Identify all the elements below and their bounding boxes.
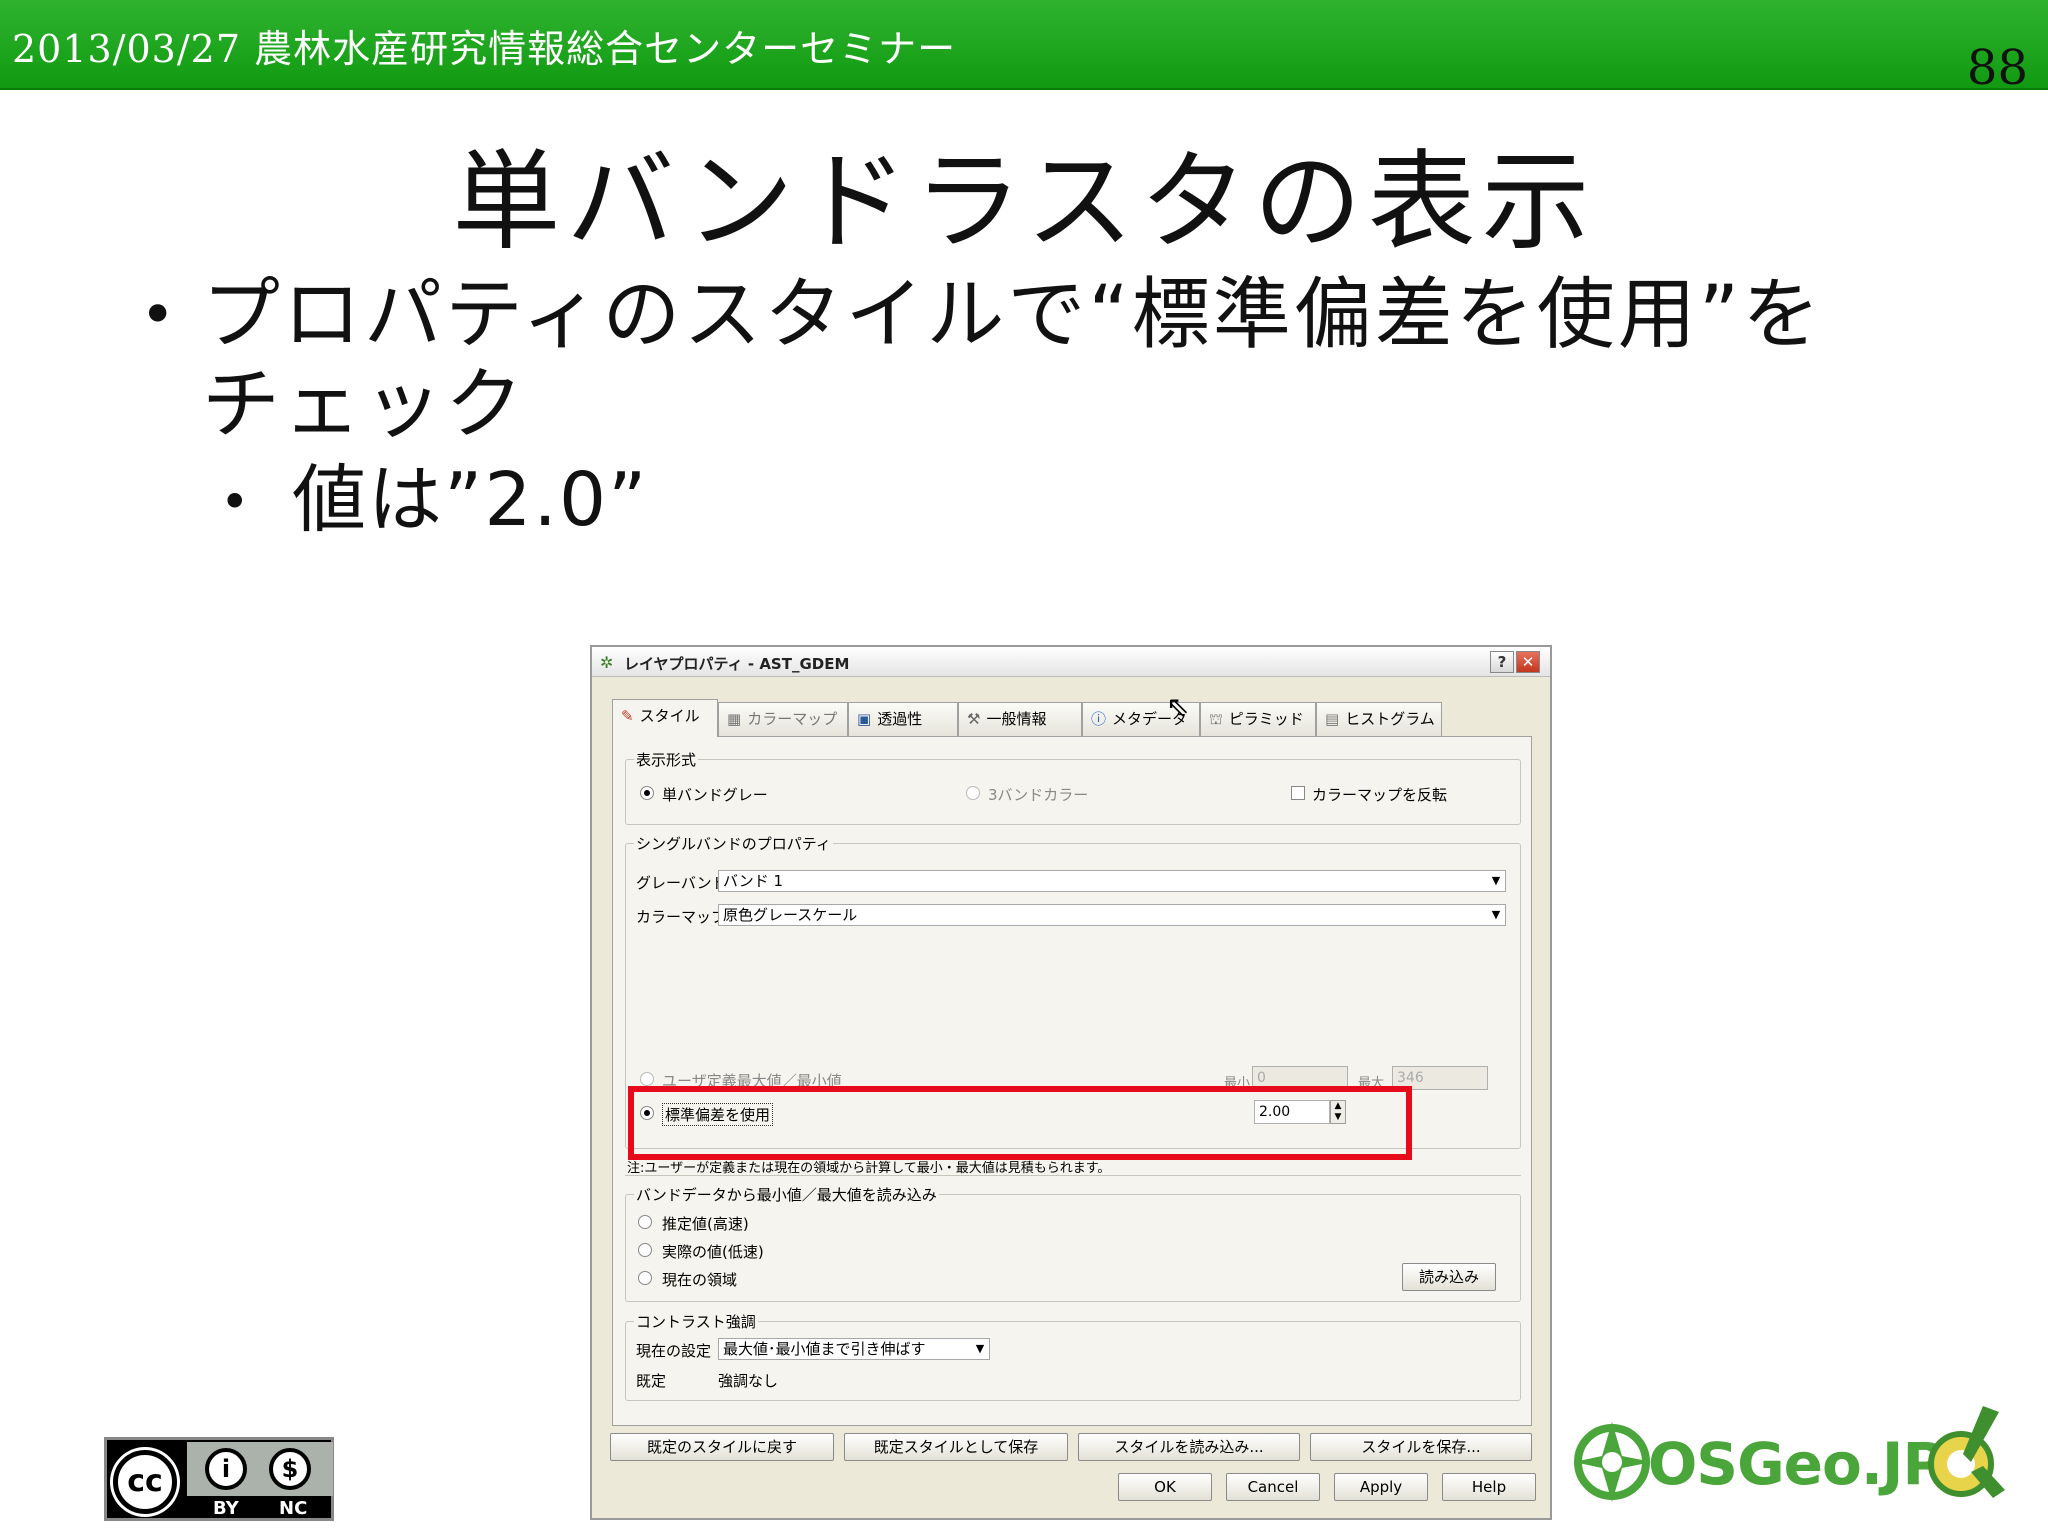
- contrast-enhancement-group: コントラスト強調 現在の設定 最大値･最小値まで引き伸ばす ▼ 既定 強調なし: [625, 1311, 1521, 1401]
- actual-label: 実際の値(低速): [662, 1243, 764, 1261]
- three-band-color-label: 3バンドカラー: [988, 786, 1089, 804]
- bullet-dot: •: [220, 473, 252, 531]
- save-style-button[interactable]: スタイルを保存...: [1310, 1433, 1532, 1461]
- mouse-cursor-icon: ⇖: [1166, 690, 1190, 723]
- slide-header-bar: 2013/03/27 農林水産研究情報総合センターセミナー: [0, 0, 2048, 90]
- slide-title: 単バンドラスタの表示: [452, 140, 1596, 265]
- current-extent-radio[interactable]: [638, 1271, 652, 1285]
- osgeo-globe-icon: [1574, 1422, 1652, 1502]
- bullet-item-2: • 値は”2.0”: [220, 455, 648, 545]
- note-text: 注:ユーザーが定義または現在の領域から計算して最小・最大値は見積もられます。: [627, 1161, 1111, 1176]
- gray-band-label: グレーバンド: [636, 874, 727, 892]
- cancel-button[interactable]: Cancel: [1226, 1473, 1320, 1501]
- tab-bar: ✎ スタイル ▦ カラーマップ ▣ 透過性 ⚒ 一般情報 ⓘ メタデータ ⛫ ピラミッド ▤…: [612, 699, 1532, 737]
- load-minmax-label: バンドデータから最小値／最大値を読み込み: [634, 1184, 939, 1205]
- save-as-default-button[interactable]: 既定スタイルとして保存: [844, 1433, 1068, 1461]
- max-value-field[interactable]: 346: [1392, 1066, 1488, 1090]
- cc-label-nc: NC: [279, 1498, 308, 1519]
- dialog-titlebar[interactable]: ✲ レイヤプロパティ - AST_GDEM ? ✕: [592, 647, 1550, 677]
- load-minmax-group: バンドデータから最小値／最大値を読み込み 推定値(高速) 実際の値(低速) 現在…: [625, 1184, 1521, 1302]
- info-icon: ⓘ: [1091, 710, 1107, 728]
- bullet-dot: •: [140, 280, 179, 350]
- min-value-field[interactable]: 0: [1252, 1066, 1348, 1090]
- invert-colormap-checkbox[interactable]: [1291, 786, 1305, 800]
- stddev-value-input[interactable]: 2.00: [1254, 1100, 1330, 1124]
- histogram-icon: ▤: [1325, 710, 1340, 728]
- tab-histogram[interactable]: ▤ ヒストグラム: [1316, 702, 1442, 736]
- chevron-down-icon: ▼: [975, 1342, 985, 1355]
- cc-labels: BY NC: [187, 1496, 333, 1520]
- bullet-text-1: プロパティのスタイルで“標準偏差を使用”をチェック: [202, 270, 1824, 450]
- current-extent-label: 現在の領域: [662, 1271, 738, 1289]
- cc-logo-icon: cc: [113, 1450, 177, 1514]
- stddev-radio[interactable]: [640, 1106, 654, 1120]
- default-label: 既定: [636, 1372, 667, 1390]
- chevron-down-icon: ▼: [1491, 908, 1501, 921]
- min-label: 最小: [1224, 1076, 1251, 1091]
- user-minmax-radio[interactable]: [640, 1072, 654, 1086]
- tab-transparency[interactable]: ▣ 透過性: [848, 702, 958, 736]
- attribution-icon: i: [205, 1448, 247, 1490]
- cc-icon-strip: i $: [187, 1442, 333, 1496]
- chevron-down-icon: ▼: [1491, 874, 1501, 887]
- transparency-icon: ▣: [857, 710, 872, 728]
- estimate-radio[interactable]: [638, 1215, 652, 1229]
- default-value: 強調なし: [718, 1372, 779, 1390]
- osgeo-logo-text: OSGeo.JP: [1648, 1430, 1945, 1498]
- layer-properties-dialog: ✲ レイヤプロパティ - AST_GDEM ? ✕ ✎ スタイル ▦ カラーマップ …: [590, 645, 1552, 1520]
- brush-icon: ✎: [621, 707, 634, 725]
- slide-header-text: 2013/03/27 農林水産研究情報総合センターセミナー: [12, 27, 957, 71]
- cc-label-by: BY: [213, 1498, 239, 1519]
- restore-default-style-button[interactable]: 既定のスタイルに戻す: [610, 1433, 834, 1461]
- qgis-app-icon: ✲: [600, 653, 614, 672]
- help-title-button[interactable]: ?: [1490, 651, 1514, 673]
- ok-button[interactable]: OK: [1118, 1473, 1212, 1501]
- load-button[interactable]: 読み込み: [1402, 1263, 1496, 1291]
- pyramid-icon: ⛫: [1209, 710, 1223, 728]
- current-setting-label: 現在の設定: [636, 1342, 712, 1360]
- invert-colormap-label: カラーマップを反転: [1312, 786, 1448, 804]
- colormap-label: カラーマップ: [636, 908, 727, 926]
- cc-license-badge: cc i $ BY NC: [104, 1437, 334, 1521]
- three-band-color-radio[interactable]: [966, 786, 980, 800]
- display-type-label: 表示形式: [634, 749, 699, 770]
- single-band-gray-label: 単バンドグレー: [662, 786, 768, 804]
- tools-icon: ⚒: [967, 710, 981, 728]
- noncommercial-icon: $: [269, 1448, 311, 1490]
- qgis-logo-icon: [1928, 1406, 2005, 1498]
- dialog-title: レイヤプロパティ - AST_GDEM: [624, 655, 850, 673]
- colormap-select[interactable]: 原色グレースケール ▼: [718, 904, 1506, 926]
- bullet-item-1: • プロパティのスタイルで“標準偏差を使用”をチェック: [140, 270, 1840, 450]
- stddev-label: 標準偏差を使用: [662, 1103, 774, 1126]
- osgeo-jp-logo: OSGeo.JP: [1566, 1400, 2016, 1520]
- user-minmax-label: ユーザ定義最大値／最小値: [662, 1072, 842, 1090]
- single-band-properties-group: シングルバンドのプロパティ グレーバンド バンド 1 ▼ カラーマップ 原色グレ…: [625, 833, 1521, 1149]
- contrast-select[interactable]: 最大値･最小値まで引き伸ばす ▼: [718, 1338, 990, 1360]
- apply-button[interactable]: Apply: [1334, 1473, 1428, 1501]
- stddev-spin-buttons[interactable]: ▲ ▼: [1330, 1100, 1346, 1124]
- display-type-group: 表示形式 単バンドグレー 3バンドカラー カラーマップを反転: [625, 749, 1521, 825]
- help-button[interactable]: Help: [1442, 1473, 1536, 1501]
- tab-colormap[interactable]: ▦ カラーマップ: [718, 702, 848, 736]
- load-style-button[interactable]: スタイルを読み込み...: [1078, 1433, 1300, 1461]
- max-label: 最大: [1358, 1076, 1385, 1091]
- close-button[interactable]: ✕: [1516, 651, 1540, 673]
- tab-general[interactable]: ⚒ 一般情報: [958, 702, 1082, 736]
- bullet-text-2: 値は”2.0”: [292, 457, 649, 543]
- single-band-gray-radio[interactable]: [640, 786, 654, 800]
- contrast-enhancement-label: コントラスト強調: [634, 1311, 758, 1332]
- separator: [625, 1175, 1521, 1176]
- estimate-label: 推定値(高速): [662, 1215, 749, 1233]
- tab-style[interactable]: ✎ スタイル: [612, 699, 718, 737]
- tab-pyramids[interactable]: ⛫ ピラミッド: [1200, 702, 1316, 736]
- style-tab-content: 表示形式 単バンドグレー 3バンドカラー カラーマップを反転 シングルバンドのプ…: [612, 736, 1532, 1426]
- colormap-icon: ▦: [727, 710, 742, 728]
- actual-radio[interactable]: [638, 1243, 652, 1257]
- page-number: 88: [1966, 40, 2028, 96]
- gray-band-select[interactable]: バンド 1 ▼: [718, 870, 1506, 892]
- single-band-properties-label: シングルバンドのプロパティ: [634, 833, 833, 854]
